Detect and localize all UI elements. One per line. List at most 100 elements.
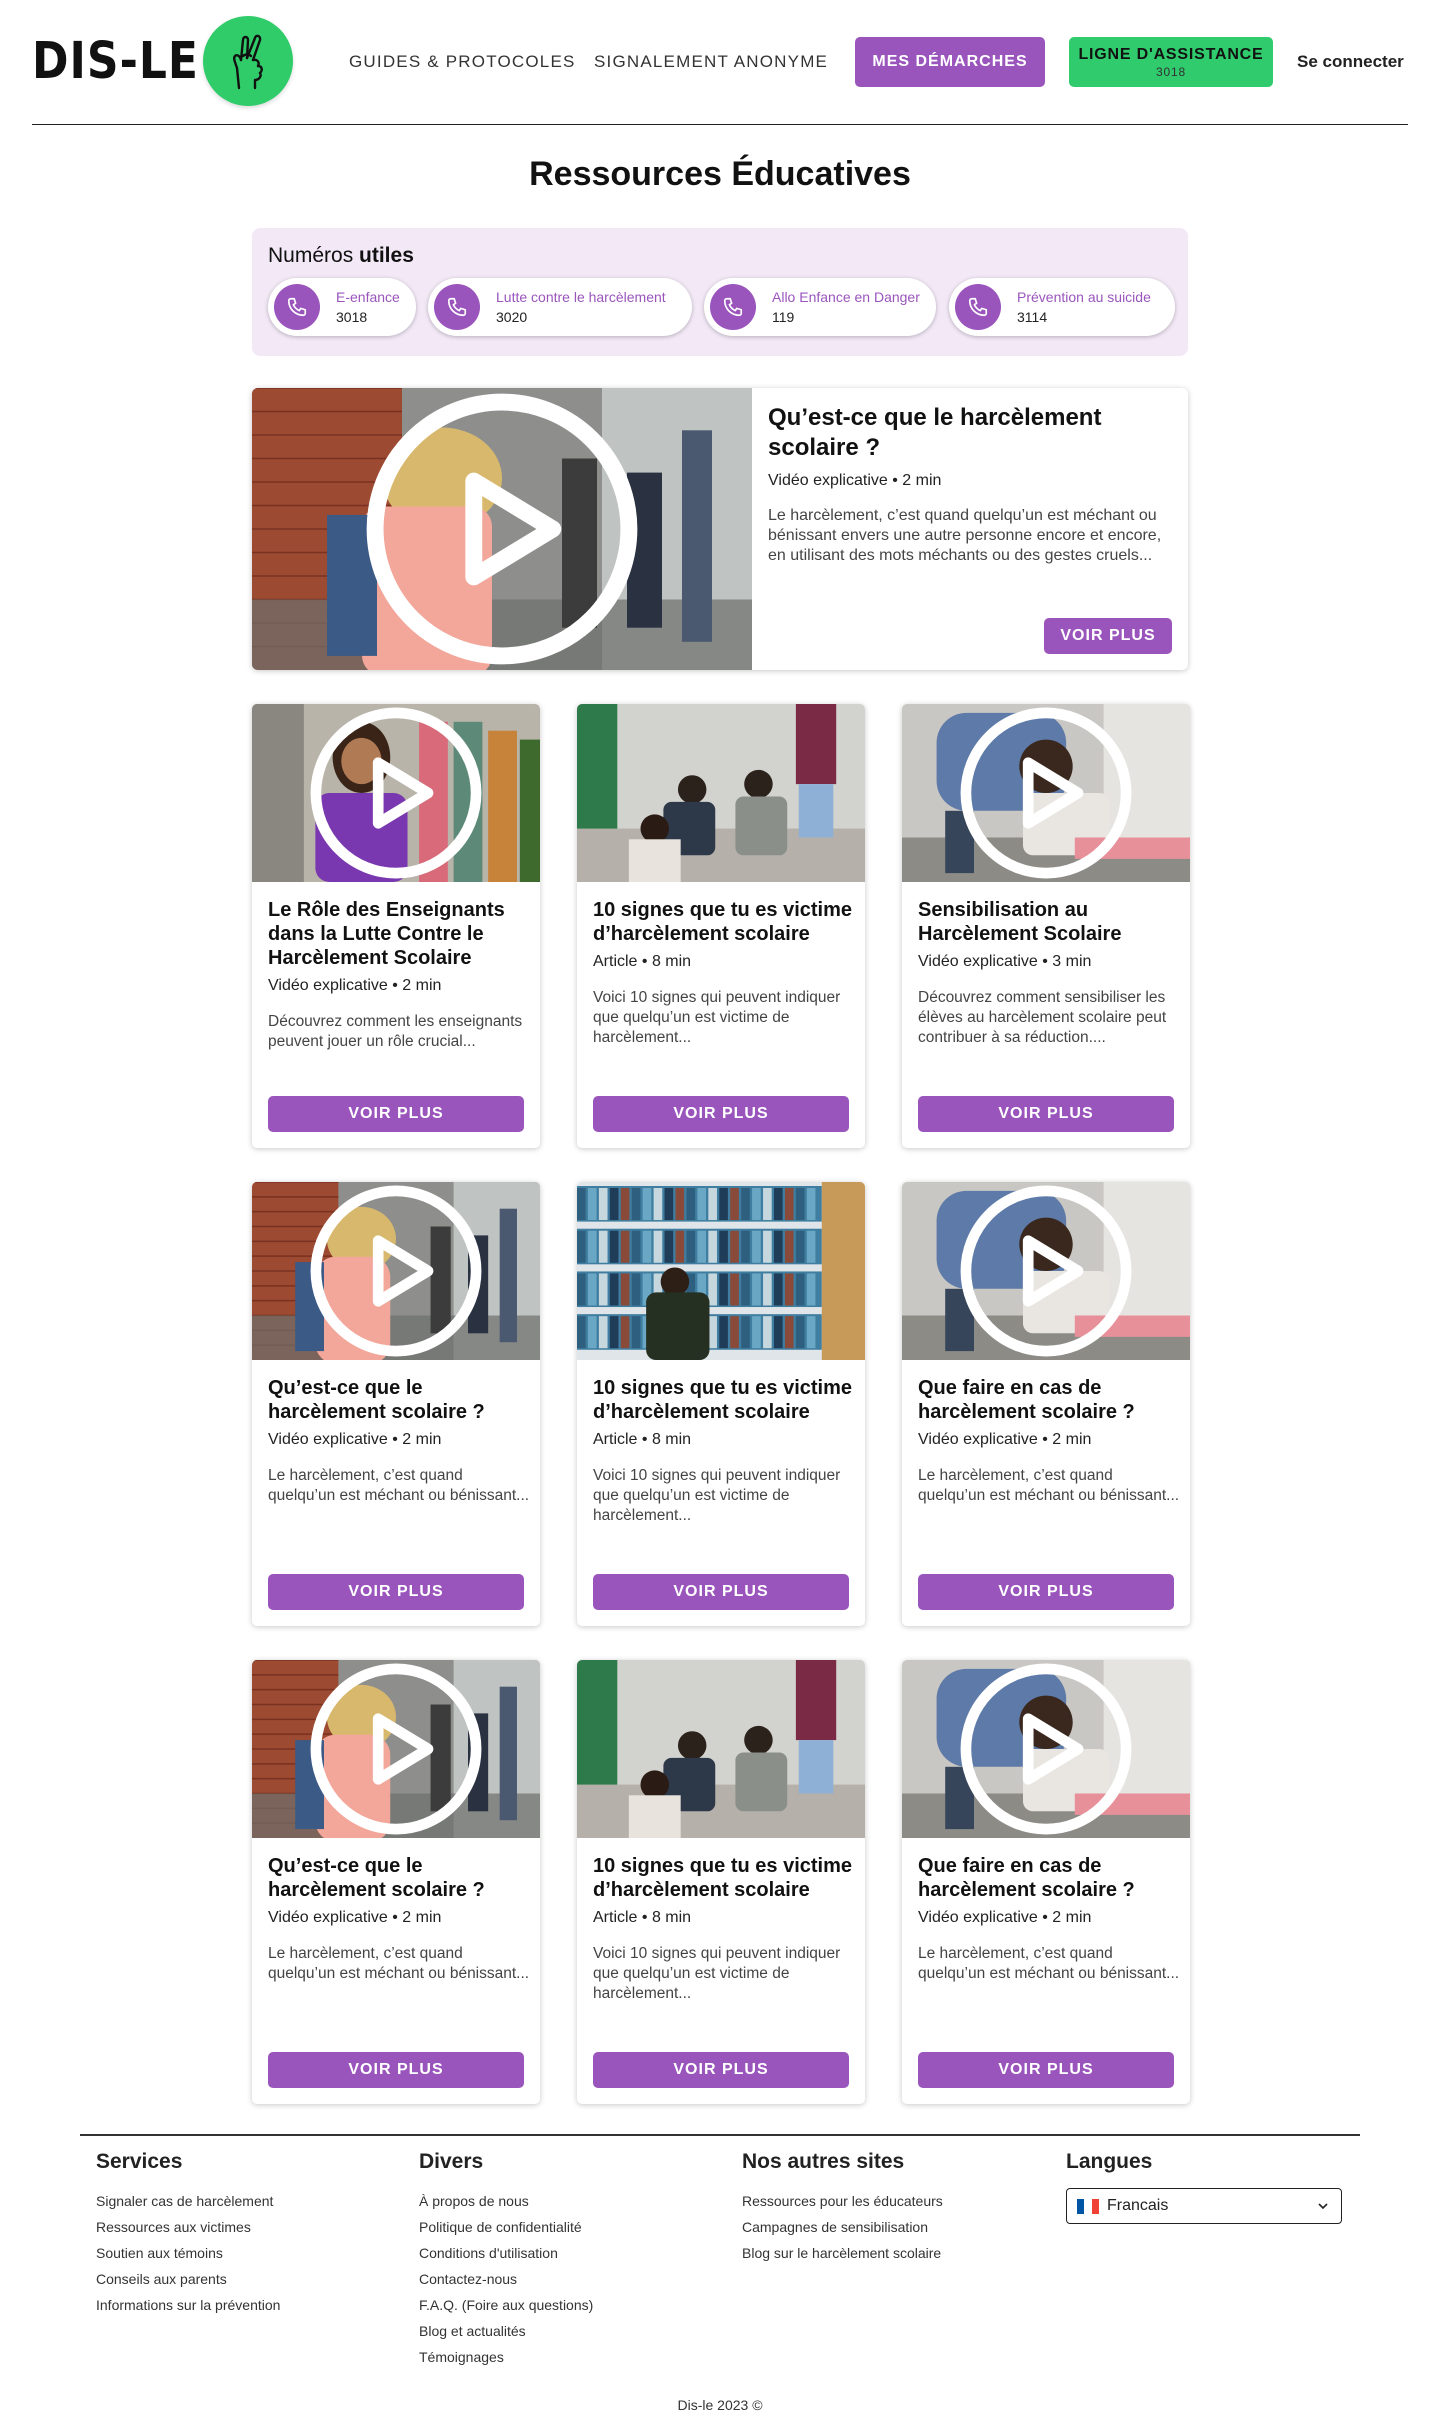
phone-number-pill[interactable]: Prévention au suicide 3114 bbox=[949, 278, 1175, 336]
footer-other-sites: Nos autres sites Ressources pour les édu… bbox=[742, 2150, 943, 2266]
phone-number-pill[interactable]: Lutte contre le harcèlement 3020 bbox=[428, 278, 692, 336]
site-logo[interactable]: DIS-LE bbox=[32, 16, 293, 106]
see-more-button[interactable]: VOIR PLUS bbox=[268, 1096, 524, 1132]
phone-pill-name: Allo Enfance en Danger bbox=[772, 289, 920, 305]
phone-number-pill[interactable]: Allo Enfance en Danger 119 bbox=[704, 278, 936, 336]
footer-services-title: Services bbox=[96, 2150, 183, 2173]
card-content: Le Rôle des Enseignants dans la Lutte Co… bbox=[268, 898, 530, 1052]
footer-link-divers[interactable]: Blog et actualités bbox=[419, 2318, 593, 2344]
footer-link-sites[interactable]: Blog sur le harcèlement scolaire bbox=[742, 2240, 943, 2266]
phone-pill-name: Prévention au suicide bbox=[1017, 289, 1151, 305]
see-more-button[interactable]: VOIR PLUS bbox=[268, 1574, 524, 1610]
resource-card: Que faire en cas de harcèlement scolaire… bbox=[902, 1660, 1190, 2104]
see-more-button[interactable]: VOIR PLUS bbox=[918, 2052, 1174, 2088]
card-description: Le harcèlement, c’est quand quelqu’un es… bbox=[268, 1945, 530, 1982]
language-selected: Francais bbox=[1107, 2197, 1169, 2214]
footer-link-services[interactable]: Ressources aux victimes bbox=[96, 2214, 280, 2240]
footer-link-sites[interactable]: Ressources pour les éducateurs bbox=[742, 2188, 943, 2214]
footer-link-divers[interactable]: F.A.Q. (Foire aux questions) bbox=[419, 2292, 593, 2318]
card-content: Qu’est-ce que le harcèlement scolaire ? V… bbox=[268, 1854, 530, 1984]
phone-pill-text: E-enfance 3018 bbox=[336, 287, 400, 327]
article-thumbnail[interactable] bbox=[577, 704, 865, 882]
useful-numbers-title: Numéros utiles bbox=[268, 244, 414, 268]
see-more-button[interactable]: VOIR PLUS bbox=[918, 1574, 1174, 1610]
play-icon[interactable] bbox=[252, 1182, 540, 1360]
footer-link-sites[interactable]: Campagnes de sensibilisation bbox=[742, 2214, 943, 2240]
card-meta: Article • 8 min bbox=[593, 1431, 692, 1448]
footer-sites-title: Nos autres sites bbox=[742, 2150, 905, 2173]
see-more-button[interactable]: VOIR PLUS bbox=[918, 1096, 1174, 1132]
logo-text: DIS-LE bbox=[32, 31, 199, 91]
card-description: Découvrez comment sensibiliser les élève… bbox=[918, 989, 1167, 1046]
phone-icon bbox=[434, 284, 480, 330]
card-meta: Vidéo explicative • 2 min bbox=[918, 1431, 1092, 1448]
footer-link-services[interactable]: Signaler cas de harcèlement bbox=[96, 2188, 280, 2214]
nav-signalement-anonyme[interactable]: SIGNALEMENT ANONYME bbox=[594, 52, 828, 72]
card-description: Voici 10 signes qui peuvent indiquer que… bbox=[593, 1467, 841, 1524]
video-thumbnail[interactable] bbox=[252, 704, 540, 882]
resource-card: Qu’est-ce que le harcèlement scolaire ? V… bbox=[252, 1182, 540, 1626]
card-content: Que faire en cas de harcèlement scolaire… bbox=[918, 1854, 1180, 1984]
article-thumbnail[interactable] bbox=[577, 1182, 865, 1360]
phone-number-pill[interactable]: E-enfance 3018 bbox=[268, 278, 416, 336]
play-icon[interactable] bbox=[902, 1182, 1190, 1360]
footer-link-divers[interactable]: Contactez-nous bbox=[419, 2266, 593, 2292]
video-thumbnail[interactable] bbox=[902, 1182, 1190, 1360]
footer-services: Services Signaler cas de harcèlement Ress… bbox=[96, 2150, 280, 2318]
useful-numbers-panel: Numéros utiles E-enfance 3018 Lutte contre… bbox=[252, 228, 1188, 356]
see-more-button[interactable]: VOIR PLUS bbox=[593, 1574, 849, 1610]
card-content: Sensibilisation au Harcèlement Scolaire V… bbox=[918, 898, 1180, 1048]
card-title: Sensibilisation au Harcèlement Scolaire bbox=[918, 899, 1122, 945]
login-link[interactable]: Se connecter bbox=[1297, 52, 1404, 72]
play-icon[interactable] bbox=[902, 704, 1190, 882]
card-meta: Article • 8 min bbox=[593, 953, 692, 970]
footer-link-divers[interactable]: À propos de nous bbox=[419, 2188, 593, 2214]
thumbnail-image bbox=[577, 704, 865, 882]
phone-icon bbox=[955, 284, 1001, 330]
thumbnail-image bbox=[577, 1182, 865, 1360]
card-content: 10 signes que tu es victime d’harcèlemen… bbox=[593, 898, 855, 1048]
footer-languages-title: Langues bbox=[1066, 2150, 1153, 2173]
footer-link-services[interactable]: Informations sur la prévention bbox=[96, 2292, 280, 2318]
footer-link-divers[interactable]: Politique de confidentialité bbox=[419, 2214, 593, 2240]
phone-icon bbox=[710, 284, 756, 330]
language-select[interactable]: Francais bbox=[1066, 2188, 1342, 2224]
featured-meta: Vidéo explicative • 2 min bbox=[768, 472, 942, 489]
card-content: Qu’est-ce que le harcèlement scolaire ? V… bbox=[268, 1376, 530, 1506]
video-thumbnail[interactable] bbox=[902, 1660, 1190, 1838]
footer-divider bbox=[80, 2134, 1360, 2136]
featured-video-thumbnail[interactable] bbox=[252, 388, 752, 670]
play-icon[interactable] bbox=[902, 1660, 1190, 1838]
see-more-button[interactable]: VOIR PLUS bbox=[268, 2052, 524, 2088]
resource-card: Que faire en cas de harcèlement scolaire… bbox=[902, 1182, 1190, 1626]
card-title: 10 signes que tu es victime d’harcèlemen… bbox=[593, 899, 852, 945]
card-meta: Vidéo explicative • 2 min bbox=[268, 1909, 442, 1926]
helpline-button[interactable]: LIGNE D'ASSISTANCE 3018 bbox=[1069, 37, 1273, 87]
play-icon[interactable] bbox=[252, 704, 540, 882]
video-thumbnail[interactable] bbox=[252, 1182, 540, 1360]
footer-link-services[interactable]: Soutien aux témoins bbox=[96, 2240, 280, 2266]
featured-see-more-button[interactable]: VOIR PLUS bbox=[1044, 618, 1172, 654]
footer-link-divers[interactable]: Témoignages bbox=[419, 2344, 593, 2370]
featured-resource-card: Qu’est-ce que le harcèlement scolaire ? … bbox=[252, 388, 1188, 670]
video-thumbnail[interactable] bbox=[252, 1660, 540, 1838]
video-thumbnail[interactable] bbox=[902, 704, 1190, 882]
resource-card: 10 signes que tu es victime d’harcèlemen… bbox=[577, 704, 865, 1148]
phone-pill-number: 119 bbox=[772, 309, 795, 325]
card-title: 10 signes que tu es victime d’harcèlemen… bbox=[593, 1855, 852, 1901]
card-title: Que faire en cas de harcèlement scolaire… bbox=[918, 1855, 1135, 1901]
see-more-button[interactable]: VOIR PLUS bbox=[593, 1096, 849, 1132]
my-steps-button[interactable]: MES DÉMARCHES bbox=[855, 37, 1045, 87]
article-thumbnail[interactable] bbox=[577, 1660, 865, 1838]
see-more-button[interactable]: VOIR PLUS bbox=[593, 2052, 849, 2088]
card-description: Voici 10 signes qui peuvent indiquer que… bbox=[593, 989, 841, 1046]
nav-guides-protocoles[interactable]: GUIDES & PROTOCOLES bbox=[349, 52, 576, 72]
footer-link-services[interactable]: Conseils aux parents bbox=[96, 2266, 280, 2292]
resource-card: 10 signes que tu es victime d’harcèlemen… bbox=[577, 1660, 865, 2104]
card-content: 10 signes que tu es victime d’harcèlemen… bbox=[593, 1854, 855, 2004]
helpline-number: 3018 bbox=[1156, 64, 1186, 79]
play-icon[interactable] bbox=[252, 388, 752, 670]
footer-link-divers[interactable]: Conditions d'utilisation bbox=[419, 2240, 593, 2266]
play-icon[interactable] bbox=[252, 1660, 540, 1838]
resource-card: Le Rôle des Enseignants dans la Lutte Co… bbox=[252, 704, 540, 1148]
